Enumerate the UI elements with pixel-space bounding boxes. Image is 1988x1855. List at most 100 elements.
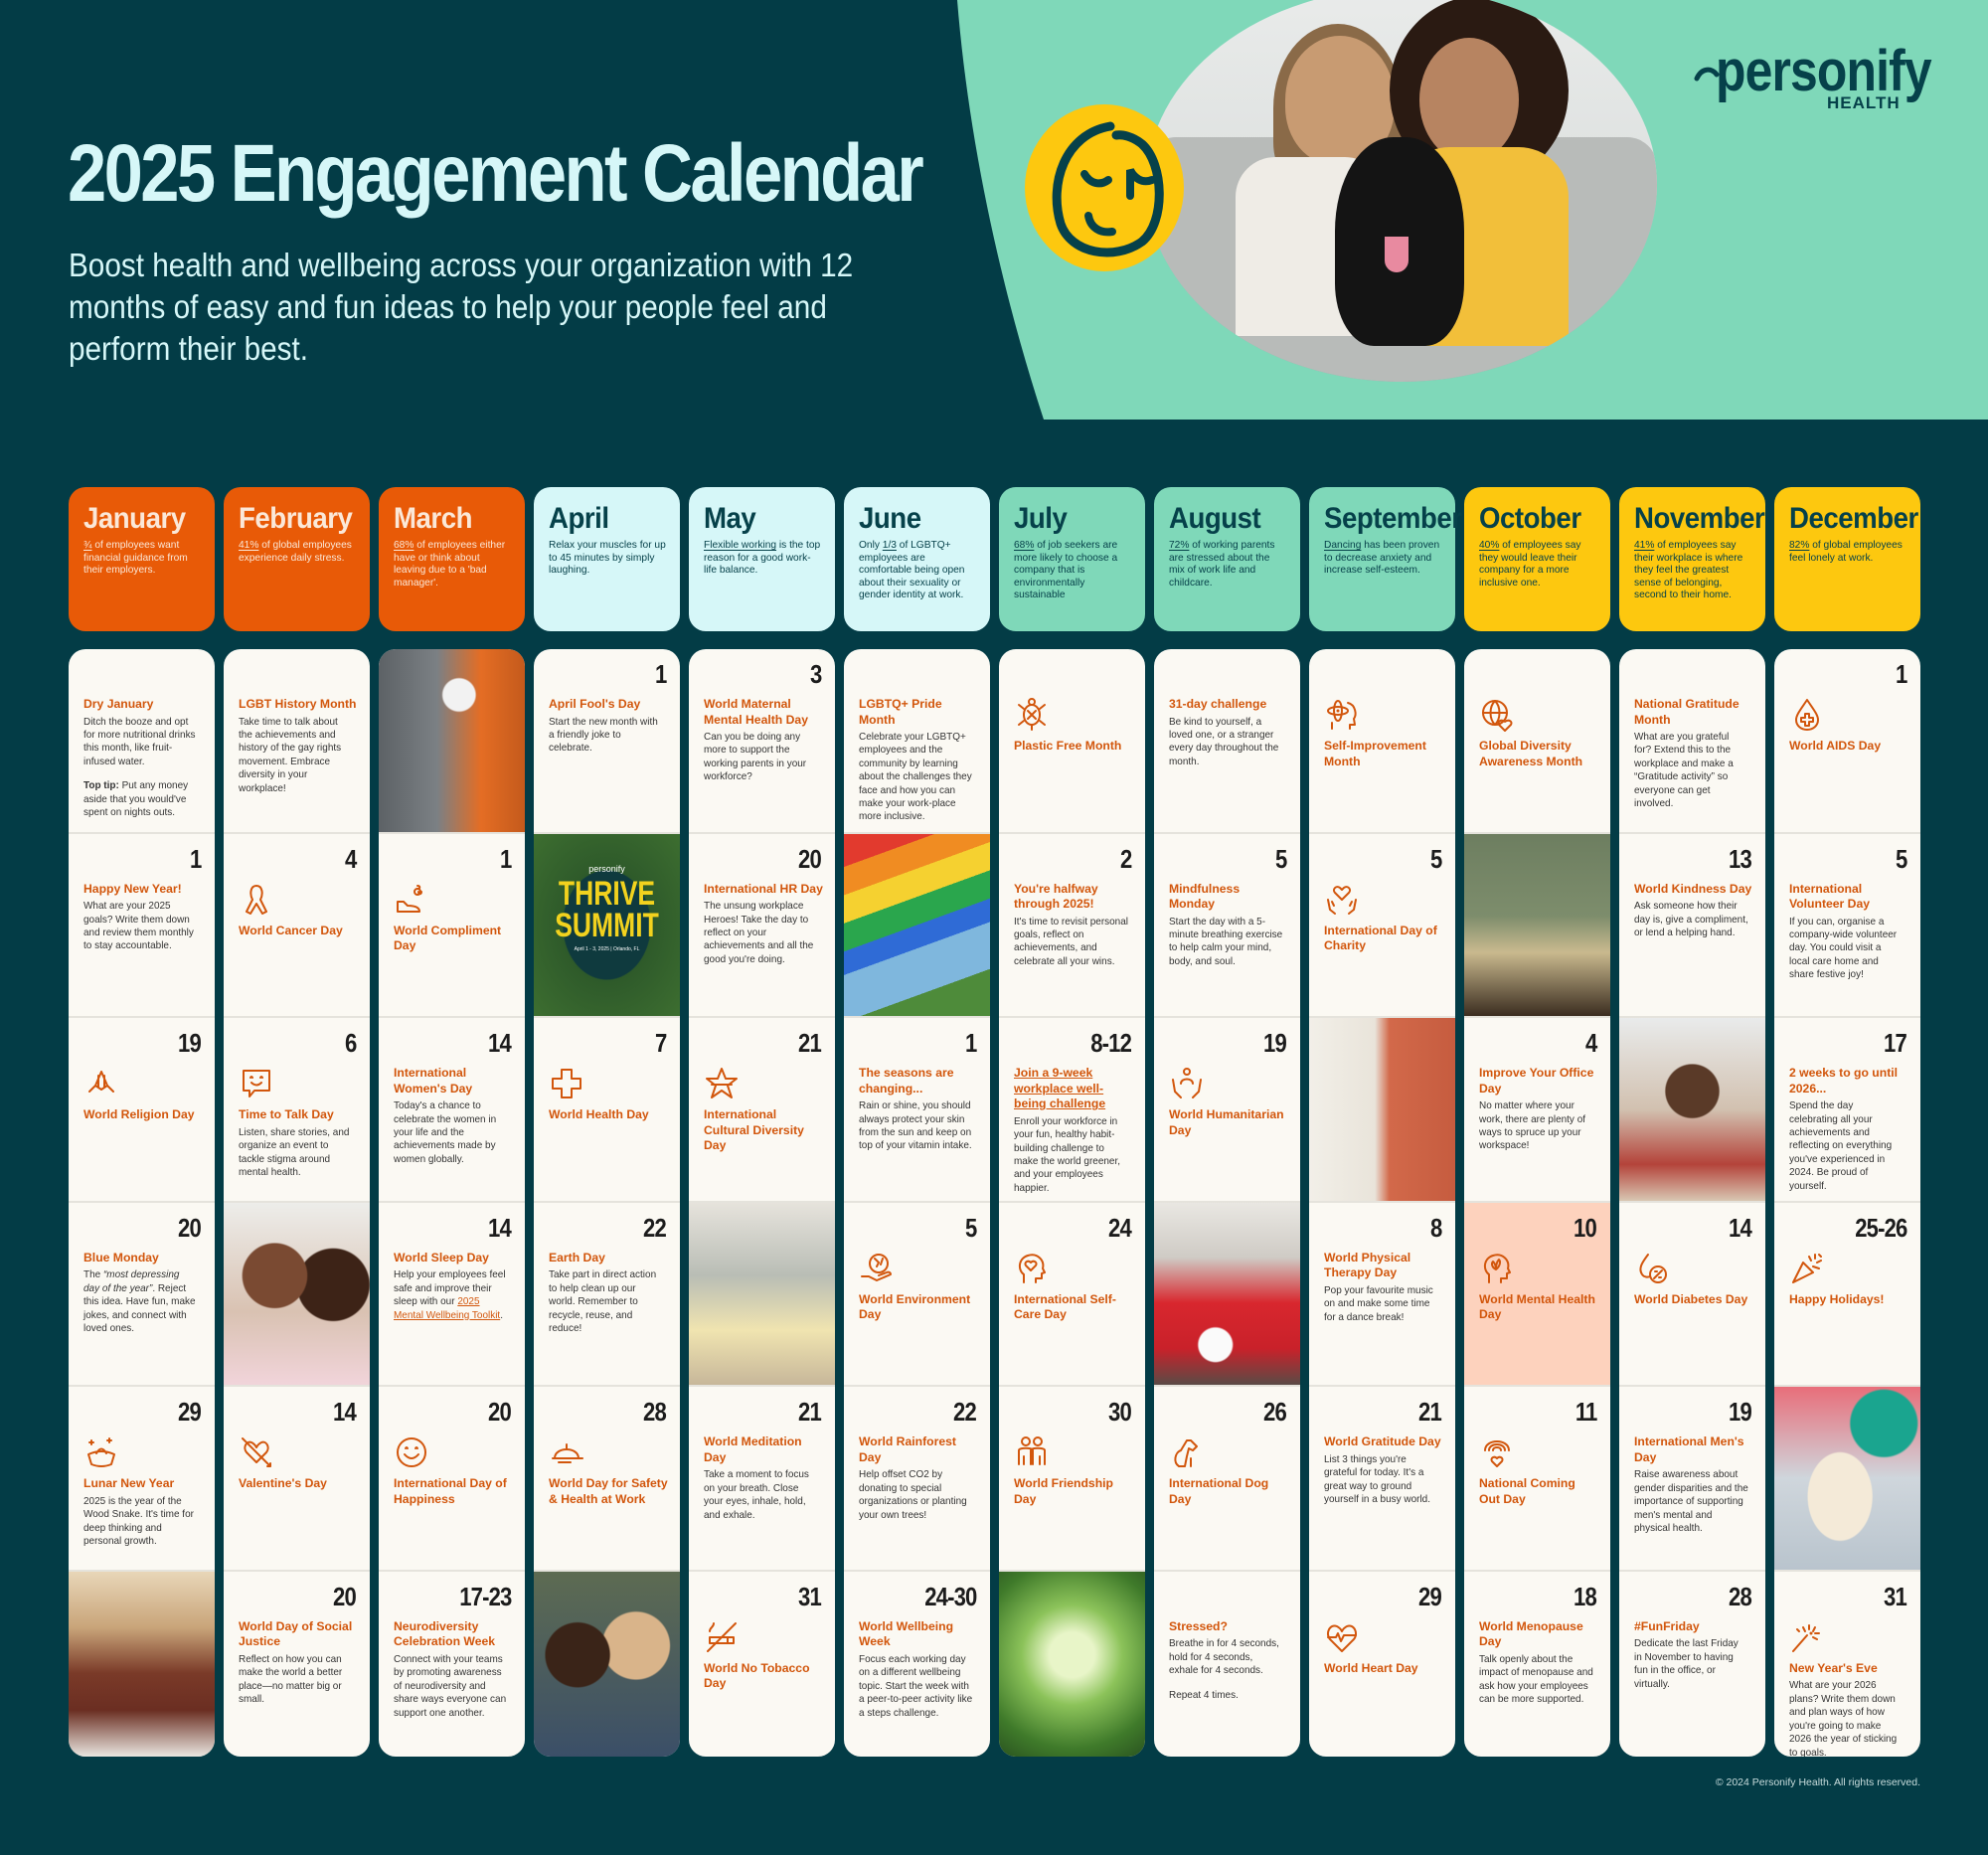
- month-name: September: [1324, 502, 1462, 535]
- calendar-photo-cell: [844, 833, 990, 1019]
- dog-with-party-hat-photo: [1774, 1387, 1920, 1570]
- day-number: 1: [499, 843, 512, 874]
- text-body: Raise awareness about gender disparities…: [1634, 1469, 1748, 1534]
- day-number: 5: [964, 1212, 977, 1243]
- event-description: Reflect on how you can make the world a …: [239, 1653, 353, 1707]
- event-content: World Wellbeing Week Focus each working d…: [859, 1619, 978, 1720]
- day-number: 31: [1884, 1581, 1907, 1611]
- globe-heart-icon: [1482, 700, 1513, 732]
- calendar-event-cell: 31-day challenge Be kind to yourself, a l…: [1154, 649, 1300, 834]
- day-number: 7: [654, 1028, 667, 1059]
- page-subtitle: Boost health and wellbeing across your o…: [69, 247, 854, 367]
- text-suffix: .: [500, 1309, 503, 1321]
- month-name: August: [1169, 502, 1261, 535]
- event-title: World Heart Day: [1324, 1660, 1418, 1675]
- text-body: Ditch the booze and opt for more nutriti…: [83, 716, 196, 767]
- event-description: What are your 2026 plans? Write them dow…: [1789, 1679, 1904, 1756]
- event-description: List 3 things you're grateful for today.…: [1324, 1453, 1438, 1507]
- text-body: Connect with your teams by promoting awa…: [394, 1653, 507, 1719]
- lotus-head-icon: [1483, 1254, 1511, 1283]
- month-name: November: [1634, 502, 1765, 535]
- month-column-october: Global Diversity Awareness Month 4 Improve…: [1464, 649, 1610, 1757]
- event-title[interactable]: Join a 9-week workplace well-being chall…: [1014, 1066, 1133, 1112]
- event-title: National Coming Out Day: [1479, 1476, 1575, 1506]
- calendar-event-cell: 19 World Humanitarian Day: [1154, 1018, 1300, 1203]
- day-number: 31: [798, 1581, 822, 1611]
- event-content: International Cultural Diversity Day: [704, 1066, 823, 1154]
- text-body: Be kind to yourself, a loved one, or a s…: [1169, 716, 1279, 767]
- month-header-september: September Dancing has been proven to decr…: [1309, 487, 1462, 631]
- heart-in-hands-icon: [1327, 885, 1357, 915]
- event-description: Take a moment to focus on your breath. C…: [704, 1468, 818, 1522]
- event-content: World Day for Safety & Health at Work: [549, 1434, 668, 1507]
- day-number: 4: [344, 843, 357, 874]
- event-description: Listen, share stories, and organize an e…: [239, 1126, 353, 1180]
- event-description: Rain or shine, you should always protect…: [859, 1099, 973, 1153]
- event-title: April Fool's Day: [549, 697, 641, 711]
- event-content: April Fool's Day Start the new month with…: [549, 697, 668, 756]
- day-number: 8: [1429, 1212, 1442, 1243]
- text-body: Can you be doing any more to support the…: [704, 732, 807, 783]
- event-content: Happy Holidays!: [1789, 1251, 1908, 1308]
- month-name: March: [394, 502, 472, 535]
- calendar-event-cell: Global Diversity Awareness Month: [1464, 649, 1610, 834]
- month-header-august: August 72% of working parents are stresse…: [1154, 487, 1300, 631]
- day-number: 20: [178, 1212, 202, 1243]
- personify-health-logo: personify HEALTH: [1694, 38, 1952, 117]
- calendar-event-cell: 8-12 Join a 9-week workplace well-being c…: [999, 1018, 1145, 1203]
- month-name: October: [1479, 502, 1581, 535]
- stat-highlight: 41%: [1634, 540, 1655, 551]
- event-content: 31-day challenge Be kind to yourself, a l…: [1169, 697, 1288, 768]
- day-number: 14: [488, 1028, 512, 1059]
- two-people-stretching-at-home-photo: [689, 1202, 835, 1386]
- text-body: It's time to revisit personal goals, ref…: [1014, 916, 1129, 967]
- event-title: The seasons are changing...: [859, 1066, 954, 1096]
- event-content: World Maternal Mental Health Day Can you …: [704, 697, 823, 784]
- calendar-event-cell: 14 Valentine's Day: [224, 1387, 370, 1572]
- thrive-summit-poster-photo: personify THRIVE SUMMIT April 1 - 3, 202…: [534, 833, 680, 1017]
- month-column-january: Dry January Ditch the booze and opt for m…: [69, 649, 215, 1757]
- text-body: Focus each working day on a different we…: [859, 1653, 973, 1719]
- event-description: What are your 2025 goals? Write them dow…: [83, 900, 198, 953]
- event-description: It's time to revisit personal goals, ref…: [1014, 916, 1128, 969]
- month-header-july: July 68% of job seekers are more likely t…: [999, 487, 1145, 631]
- calendar-photo-cell: [69, 1571, 215, 1757]
- event-title: World Physical Therapy Day: [1324, 1250, 1411, 1280]
- calendar-event-cell: 24 International Self-Care Day: [999, 1203, 1145, 1388]
- calendar-event-cell: 1 World Compliment Day: [379, 834, 525, 1019]
- event-content: LGBT History Month Take time to talk abou…: [239, 697, 358, 795]
- event-content: Join a 9-week workplace well-being chall…: [1014, 1066, 1133, 1195]
- dog-icon: [1174, 1439, 1198, 1468]
- month-stat: 68% of employees either have or think ab…: [394, 540, 511, 590]
- star-icon: [706, 1068, 738, 1099]
- event-title: LGBTQ+ Pride Month: [859, 697, 942, 727]
- calendar-event-cell: 14 International Women's Day Today's a cha…: [379, 1018, 525, 1203]
- day-number: 25-26: [1854, 1212, 1907, 1243]
- event-description: The unsung workplace Heroes! Take the da…: [704, 900, 818, 966]
- event-content: International Dog Day: [1169, 1434, 1288, 1507]
- rainbow-heart-icon: [1484, 1440, 1510, 1468]
- event-content: International HR Day The unsung workplace…: [704, 882, 823, 967]
- calendar-event-cell: 1 April Fool's Day Start the new month wit…: [534, 649, 680, 834]
- text-body: Ask someone how their day is, give a com…: [1634, 901, 1748, 938]
- event-title: World Wellbeing Week: [859, 1618, 954, 1649]
- event-content: World Meditation Day Take a moment to foc…: [704, 1434, 823, 1522]
- month-header-february: February 41% of global employees experien…: [224, 487, 370, 631]
- event-title: Plastic Free Month: [1014, 739, 1122, 753]
- tip-label: Top tip:: [83, 780, 119, 792]
- event-content: International Day of Happiness: [394, 1434, 513, 1507]
- calendar-event-cell: 2 You're halfway through 2025! It's time t…: [999, 834, 1145, 1019]
- month-column-april: 1 April Fool's Day Start the new month wit…: [534, 649, 680, 1757]
- event-description: 2025 is the year of the Wood Snake. It's…: [83, 1495, 198, 1549]
- event-description: The “most depressing day of the year”. R…: [83, 1268, 198, 1335]
- event-description: Help offset CO2 by donating to special o…: [859, 1468, 973, 1522]
- event-title: Valentine's Day: [239, 1476, 327, 1491]
- stat-text: of employees want financial guidance fro…: [83, 540, 188, 577]
- calendar-event-cell: Stressed? Breathe in for 4 seconds, hold …: [1154, 1572, 1300, 1757]
- stat-highlight: 72%: [1169, 540, 1190, 551]
- calendar-event-cell: 11 National Coming Out Day: [1464, 1387, 1610, 1572]
- event-title: Happy Holidays!: [1789, 1291, 1885, 1306]
- medical-cross-icon: [552, 1069, 581, 1099]
- day-number: 19: [1263, 1028, 1287, 1059]
- praying-hands-icon: [88, 1071, 114, 1094]
